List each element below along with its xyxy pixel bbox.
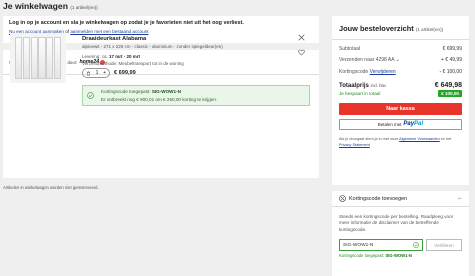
voucher-card: Kortingscode toevoegen Steeds een kortin…: [332, 191, 469, 276]
voucher-description: Steeds een kortingscode per bestelling. …: [339, 214, 454, 232]
delivery-info: Levering: ca. 17 mrt - 20 mrt: [82, 54, 140, 59]
summary-title-text: Jouw besteloverzicht: [339, 24, 414, 33]
discount-value: - € 100,00: [439, 68, 462, 75]
subtotal-value: € 699,99: [442, 45, 462, 52]
product-description: alpinewit - 271 x 229 cm - classic - alu…: [82, 44, 223, 49]
product-price: € 699,99: [114, 70, 136, 76]
terms-link[interactable]: Algemene Voorwaarden: [399, 137, 440, 141]
shipping-method: Verzendmethode: Meubeltransport tot in d…: [82, 61, 184, 66]
chevron-down-icon[interactable]: ⌄: [396, 57, 400, 63]
promo-applied-box: Kortingscode toegepast: SIG-WOW1-N Er on…: [82, 85, 310, 106]
terms-text: Als je doorgaat stem je in met onze Alge…: [339, 136, 452, 147]
trash-icon[interactable]: [86, 71, 91, 76]
shipping-value: + € 49,99: [441, 57, 462, 64]
saved-label: Je bespaart in totaal: [339, 90, 381, 96]
close-icon[interactable]: [298, 34, 305, 41]
summary-count: (1 artikel(en)): [415, 27, 444, 32]
check-circle-icon: [413, 242, 419, 249]
login-link[interactable]: aanmelden met een bestaand account: [70, 29, 148, 34]
paypal-logo: PayPal: [403, 121, 424, 128]
total-label: Totaalprijs: [339, 82, 369, 89]
chevron-up-icon[interactable]: [457, 196, 462, 201]
discount-row: Kortingscode Verwijderen - € 100,00: [339, 69, 462, 75]
quantity-value: 1: [95, 70, 99, 76]
voucher-toggle[interactable]: Kortingscode toevoegen: [332, 191, 469, 207]
summary-title: Jouw besteloverzicht (1 artikel(en)): [339, 21, 462, 33]
subtotal-row: Subtotaal € 699,99: [339, 46, 462, 52]
remove-discount-link[interactable]: Verwijderen: [370, 69, 396, 75]
shipping-label[interactable]: Verzenden naar 4298 AA ⌄: [339, 57, 400, 63]
paypal-prefix: Betalen met: [377, 121, 402, 127]
login-prompt-title: Log in op je account en sla je winkelwag…: [9, 20, 244, 26]
product-name[interactable]: Draaideurkast Alabama: [82, 36, 146, 42]
total-sub: incl. btw.: [370, 82, 387, 88]
voucher-title: Kortingscode toevoegen: [349, 195, 408, 202]
voucher-applied: Kortingscode toegepast: SIG-WOW1-N: [339, 253, 462, 258]
plus-icon[interactable]: +: [103, 70, 106, 76]
order-summary-card: Jouw besteloverzicht (1 artikel(en)) Sub…: [332, 16, 469, 185]
promo-missing-text: Er ontbreekt nog € 800,01 om € 250,00 ko…: [101, 96, 218, 102]
voucher-form: SIG-WOW1-N Verifiëren: [339, 239, 462, 252]
item-count: (1 artikel(en)): [70, 5, 98, 10]
total-value: € 649,98: [434, 81, 462, 89]
shipping-row[interactable]: Verzenden naar 4298 AA ⌄ + € 49,99: [339, 57, 462, 63]
promo-label: Kortingscode toegepast:: [101, 89, 151, 94]
voucher-input[interactable]: SIG-WOW1-N: [339, 239, 423, 252]
voucher-applied-code: SIG-WOW1-N: [385, 253, 412, 259]
reservation-note: Artikelen in winkelwagen worden niet ger…: [3, 185, 99, 190]
quantity-stepper[interactable]: 1 +: [82, 68, 110, 78]
voucher-input-value: SIG-WOW1-N: [343, 242, 374, 248]
discount-label: Kortingscode: [339, 68, 369, 75]
percent-icon: [339, 195, 346, 202]
promo-line: Kortingscode toegepast: SIG-WOW1-N: [101, 89, 305, 94]
paypal-button[interactable]: Betalen met PayPal: [339, 118, 462, 130]
saved-badge: € 100,00: [438, 89, 462, 97]
voucher-applied-label: Kortingscode toegepast:: [339, 253, 385, 259]
page-title: Je winkelwagen (1 artikel(en)): [3, 1, 98, 13]
delivery-value: 17 mrt - 20 mrt: [109, 54, 141, 59]
page-title-text: Je winkelwagen: [3, 1, 68, 11]
subtotal-label: Subtotaal: [339, 45, 361, 52]
check-circle-icon: [87, 92, 94, 99]
total-row: Totaalprijs incl. btw. € 649,98: [339, 82, 462, 89]
saved-row: Je bespaart in totaal € 100,00: [339, 89, 462, 97]
checkout-button[interactable]: Naar kassa: [339, 102, 462, 115]
promo-code: SIG-WOW1-N: [151, 89, 181, 94]
product-image[interactable]: [10, 33, 66, 83]
privacy-link[interactable]: Privacy Statement: [339, 143, 370, 147]
heart-icon[interactable]: [298, 49, 305, 56]
delivery-label: Levering: ca.: [82, 54, 108, 59]
verify-button[interactable]: Verifiëren: [426, 239, 462, 252]
